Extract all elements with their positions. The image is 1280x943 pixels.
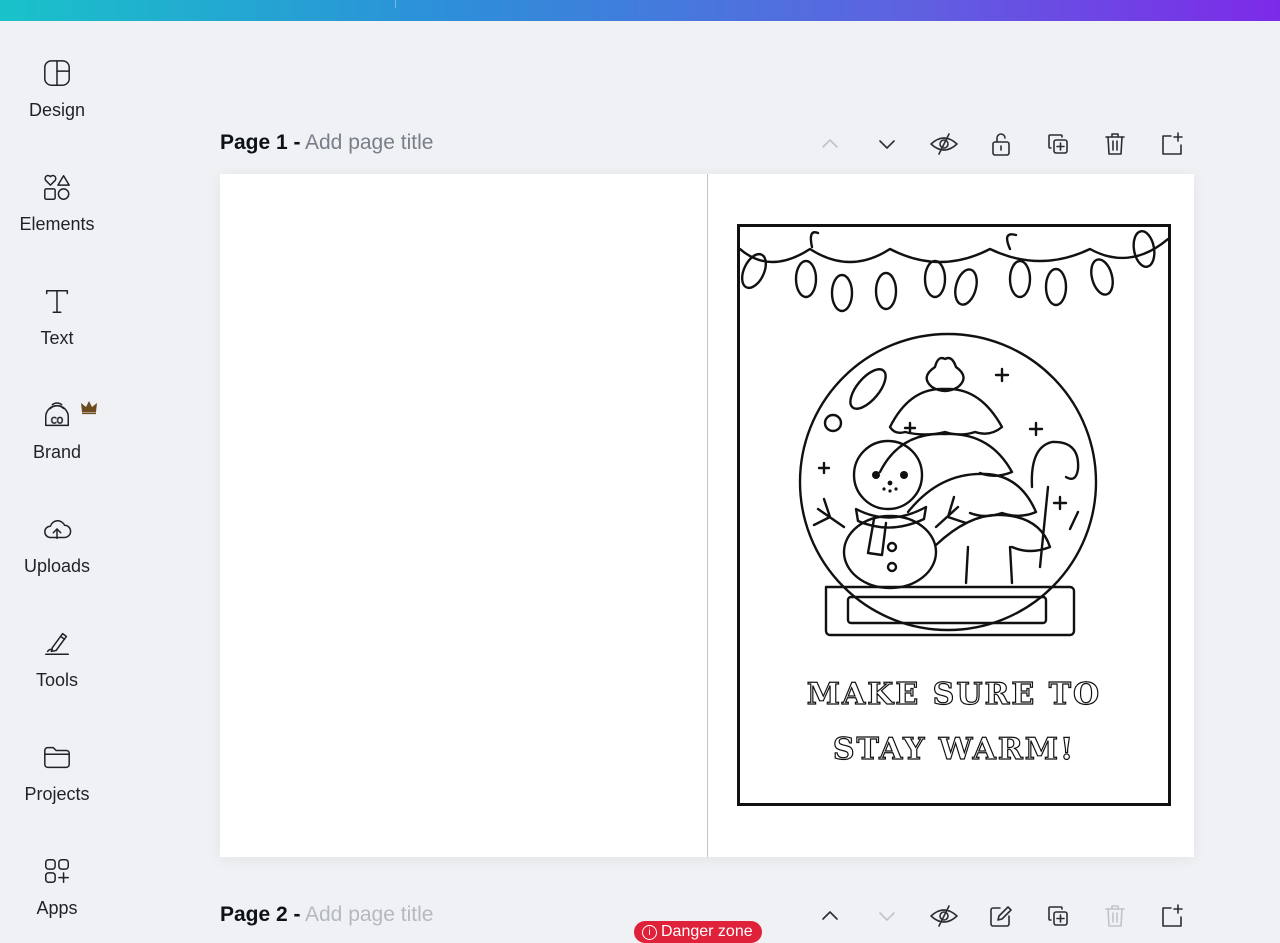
duplicate-icon bbox=[1048, 906, 1068, 926]
trash-icon bbox=[1105, 905, 1125, 927]
chevron-up-icon bbox=[822, 911, 838, 920]
chevron-down-icon bbox=[879, 912, 895, 921]
sidebar-item-label: Tools bbox=[35, 670, 79, 690]
duplicate-page-button[interactable] bbox=[1043, 901, 1073, 931]
fold-line bbox=[707, 174, 708, 857]
brand-icon: CO bbox=[45, 402, 69, 427]
danger-zone-badge: i Danger zone bbox=[634, 921, 762, 943]
sidebar-item-uploads[interactable]: Uploads bbox=[0, 477, 114, 577]
sidebar-item-tools[interactable]: Tools bbox=[0, 591, 114, 691]
card-text-line-1: MAKE SURE TO bbox=[806, 676, 1102, 712]
layout-icon bbox=[44, 60, 70, 86]
page-1-title-input[interactable]: Add page title bbox=[305, 131, 433, 154]
add-page-icon bbox=[1162, 132, 1183, 155]
duplicate-icon bbox=[1048, 134, 1068, 154]
unlock-icon bbox=[992, 133, 1010, 156]
snow-globe-illustration bbox=[740, 229, 1168, 637]
page-2-title: Page 2 - bbox=[220, 903, 301, 926]
eye-off-icon bbox=[930, 905, 958, 927]
edit-page-button[interactable] bbox=[986, 901, 1016, 931]
delete-page-button[interactable] bbox=[1100, 901, 1130, 931]
danger-zone-label: Danger zone bbox=[661, 923, 753, 940]
eye-off-icon bbox=[930, 133, 958, 155]
page-1-canvas[interactable]: MAKE SURE TO STAY WARM! bbox=[220, 174, 1194, 857]
sidebar-item-label: Projects bbox=[24, 784, 90, 804]
move-page-up-button[interactable] bbox=[815, 129, 845, 159]
sidebar-item-apps[interactable]: Apps bbox=[0, 819, 114, 919]
page-2-title-input[interactable]: Add page title bbox=[305, 903, 433, 926]
chevron-up-icon bbox=[822, 139, 838, 148]
pen-tool-icon bbox=[45, 632, 69, 655]
sidebar-item-label: Apps bbox=[36, 898, 78, 918]
move-page-down-button[interactable] bbox=[872, 901, 902, 931]
crown-icon bbox=[81, 401, 97, 415]
sidebar-item-text[interactable]: Text bbox=[0, 249, 114, 349]
add-page-button[interactable] bbox=[1157, 901, 1187, 931]
folder-icon bbox=[44, 746, 70, 769]
add-page-button[interactable] bbox=[1157, 129, 1187, 159]
trash-icon bbox=[1105, 133, 1125, 155]
greeting-card-front[interactable]: MAKE SURE TO STAY WARM! bbox=[737, 224, 1171, 806]
text-icon bbox=[45, 289, 69, 313]
edit-icon bbox=[990, 906, 1012, 927]
page-2-toolbar bbox=[815, 901, 1187, 931]
svg-text:CO: CO bbox=[51, 415, 64, 425]
sidebar-item-elements[interactable]: Elements bbox=[0, 135, 114, 235]
sidebar-item-label: Brand bbox=[32, 442, 82, 462]
lock-page-button[interactable] bbox=[986, 129, 1016, 159]
top-gradient-bar bbox=[0, 0, 1280, 21]
page-1-title: Page 1 - bbox=[220, 131, 301, 154]
duplicate-page-button[interactable] bbox=[1043, 129, 1073, 159]
delete-page-button[interactable] bbox=[1100, 129, 1130, 159]
sidebar-item-projects[interactable]: Projects bbox=[0, 705, 114, 805]
info-icon: i bbox=[642, 924, 657, 940]
move-page-down-button[interactable] bbox=[872, 129, 902, 159]
page-2-header: Page 2 - Add page title bbox=[220, 903, 433, 933]
hide-page-button[interactable] bbox=[929, 901, 959, 931]
card-text-line-2: STAY WARM! bbox=[832, 731, 1076, 767]
move-page-up-button[interactable] bbox=[815, 901, 845, 931]
sidebar-item-label: Text bbox=[40, 328, 74, 348]
sidebar-item-label: Design bbox=[28, 100, 86, 120]
apps-icon bbox=[45, 859, 69, 883]
add-page-icon bbox=[1162, 904, 1183, 927]
cloud-upload-icon bbox=[44, 520, 72, 540]
hide-page-button[interactable] bbox=[929, 129, 959, 159]
page-1-toolbar bbox=[815, 129, 1187, 159]
sidebar-item-design[interactable]: Design bbox=[0, 21, 114, 121]
sidebar-item-label: Elements bbox=[19, 214, 95, 234]
page-1-header: Page 1 - Add page title bbox=[220, 131, 433, 161]
sidebar-item-label: Uploads bbox=[23, 556, 91, 576]
left-sidebar: Design Elements Text CO Brand Uploads To… bbox=[0, 21, 114, 941]
shapes-icon bbox=[44, 174, 70, 200]
chevron-down-icon bbox=[879, 140, 895, 149]
topbar-divider bbox=[395, 0, 396, 8]
